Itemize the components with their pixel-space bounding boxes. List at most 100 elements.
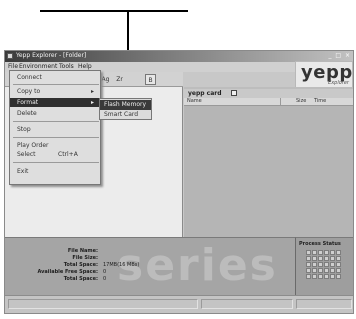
status-cell <box>318 268 323 273</box>
info-label: Available Free Space: <box>37 269 98 275</box>
menu-separator <box>13 162 99 163</box>
card-icon <box>231 90 237 96</box>
status-cell <box>336 274 341 279</box>
status-cell <box>312 268 317 273</box>
submenu-item-smart-card[interactable]: Smart Card <box>100 110 151 120</box>
menu-item-format[interactable]: Format ▸ <box>10 98 100 107</box>
file-list-header: Name Size Time <box>184 98 353 106</box>
menu-item-play-order[interactable]: Play Order <box>10 141 100 150</box>
status-cell <box>312 256 317 261</box>
status-cell <box>330 262 335 267</box>
menu-item-stop[interactable]: Stop <box>10 125 100 134</box>
info-label: Total Space: <box>63 262 98 268</box>
status-cell <box>324 268 329 273</box>
menu-item-select[interactable]: Select Ctrl+A <box>10 150 100 159</box>
status-cell <box>330 250 335 255</box>
menu-separator <box>13 137 99 138</box>
menu-item-exit[interactable]: Exit <box>10 167 100 176</box>
process-status-grid <box>306 250 344 282</box>
status-cell <box>324 250 329 255</box>
logo-subtitle: Explorer <box>328 80 349 86</box>
status-cell <box>330 274 335 279</box>
status-cell <box>306 268 311 273</box>
column-separator <box>280 98 281 106</box>
menu-item-label: Delete <box>17 110 37 117</box>
info-label: File Name: <box>67 248 98 254</box>
file-list[interactable] <box>184 106 353 237</box>
menu-item-label: Select <box>17 151 36 158</box>
status-cell <box>312 262 317 267</box>
info-label: File Size: <box>72 255 98 261</box>
menu-item-connect[interactable]: Connect <box>10 73 100 82</box>
menu-item-copy-to[interactable]: Copy to ▸ <box>10 87 100 96</box>
info-label: Total Space: <box>63 276 98 282</box>
status-bar <box>5 295 353 313</box>
status-cell <box>306 274 311 279</box>
info-row-available-free-space: Available Free Space: 0 <box>5 269 295 276</box>
toolbar-button-3[interactable]: B <box>145 74 156 85</box>
status-cell <box>318 262 323 267</box>
yepp-logo: yepp Explorer <box>295 61 353 88</box>
menu-item-label: Format <box>17 99 39 106</box>
status-cell <box>312 274 317 279</box>
info-value: 17MB(16 MBs) <box>103 262 140 268</box>
info-row-total-used: Total Space: 0 <box>5 276 295 283</box>
status-cell <box>336 250 341 255</box>
menu-item-label: Exit <box>17 168 29 175</box>
menu-tools[interactable]: Tools <box>59 63 74 70</box>
info-row-total-space: Total Space: 17MB(16 MBs) <box>5 262 295 269</box>
status-cell <box>336 256 341 261</box>
card-pane-title: yepp card <box>184 89 353 98</box>
column-name[interactable]: Name <box>187 98 202 104</box>
toolbar-button-1[interactable]: Ag <box>100 74 111 85</box>
status-cell <box>324 262 329 267</box>
app-icon <box>7 53 13 59</box>
menu-item-label: Play Order <box>17 142 49 149</box>
status-bar-cell <box>201 299 293 309</box>
menu-item-shortcut: Ctrl+A <box>58 151 78 158</box>
info-row-file-name: File Name: <box>5 248 295 255</box>
window-title: Yepp Explorer - [Folder] <box>16 52 87 59</box>
submenu-arrow-icon: ▸ <box>91 88 95 95</box>
status-cell <box>318 274 323 279</box>
status-cell <box>306 256 311 261</box>
status-cell <box>330 256 335 261</box>
menu-item-label: Connect <box>17 74 42 81</box>
status-cell <box>330 268 335 273</box>
submenu-arrow-icon: ▸ <box>91 99 95 106</box>
status-cell <box>324 274 329 279</box>
status-cell <box>336 268 341 273</box>
menu-item-delete[interactable]: Delete <box>10 109 100 118</box>
column-size[interactable]: Size <box>296 98 306 104</box>
status-cell <box>312 250 317 255</box>
info-row-file-size: File Size: <box>5 255 295 262</box>
menu-separator <box>13 121 99 122</box>
process-status-panel: Process Status <box>295 237 353 295</box>
status-bar-cell <box>296 299 352 309</box>
menu-environment[interactable]: Environment <box>19 63 57 70</box>
menu-help[interactable]: Help <box>78 63 92 70</box>
menu-item-label: Copy to <box>17 88 41 95</box>
status-cell <box>324 256 329 261</box>
info-value: 0 <box>103 269 107 275</box>
card-pane: yepp card Name Size Time <box>184 87 353 237</box>
menu-file[interactable]: File <box>8 63 18 70</box>
status-cell <box>318 250 323 255</box>
status-cell <box>336 262 341 267</box>
menu-item-label: Stop <box>17 126 31 133</box>
window-controls[interactable]: _ □ × <box>328 52 351 59</box>
submenu-item-label: Smart Card <box>104 111 139 118</box>
yepp-explorer-window: Yepp Explorer - [Folder] _ □ × File Envi… <box>4 50 354 314</box>
toolbar-button-2[interactable]: Zr <box>114 74 125 85</box>
process-status-title: Process Status <box>299 241 341 247</box>
status-bar-cell <box>8 299 198 309</box>
info-value: 0 <box>103 276 107 282</box>
menu-separator <box>13 84 99 85</box>
format-submenu: Flash Memory Smart Card <box>99 98 152 120</box>
file-menu-dropdown: Connect Copy to ▸ Format ▸ Delete Stop P… <box>9 70 101 185</box>
submenu-item-flash-memory[interactable]: Flash Memory <box>100 100 151 110</box>
column-time[interactable]: Time <box>314 98 326 104</box>
status-cell <box>318 256 323 261</box>
info-panel: series File Name: File Size: Total Space… <box>5 237 295 295</box>
submenu-item-label: Flash Memory <box>104 101 147 108</box>
